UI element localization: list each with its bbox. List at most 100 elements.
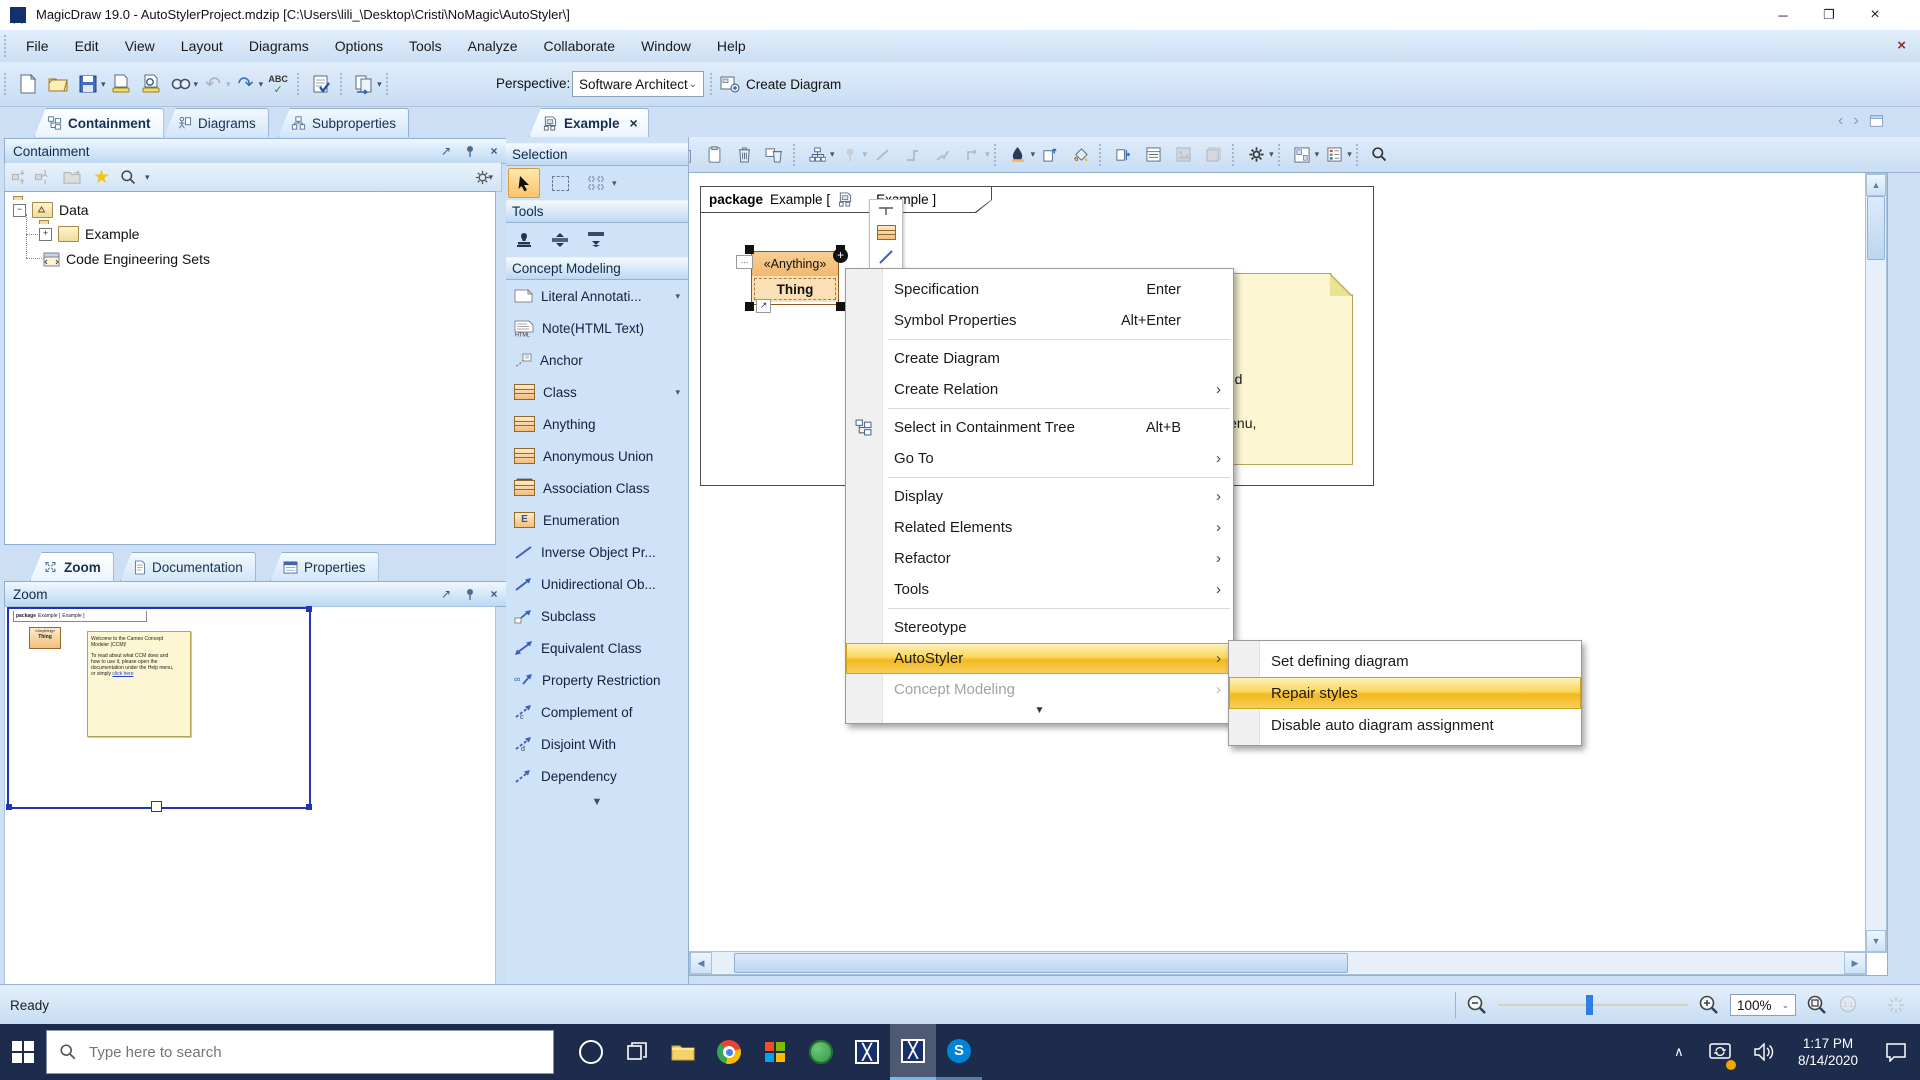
toolbar-group-separator[interactable] — [340, 73, 345, 95]
minimize-button[interactable]: ─ — [1760, 0, 1806, 30]
palette-class[interactable]: Class▾ — [506, 376, 688, 408]
menu-item-stereotype[interactable]: Stereotype — [846, 612, 1233, 643]
selection-handle[interactable] — [836, 302, 845, 311]
windows-app-icon[interactable] — [752, 1024, 798, 1080]
menubar-close-icon[interactable]: × — [1897, 37, 1906, 54]
smart-add-icon[interactable]: + — [833, 248, 848, 263]
menu-item-autostyler[interactable]: AutoStyler› — [846, 643, 1233, 674]
tab-properties[interactable]: Properties — [270, 552, 379, 581]
tab-containment[interactable]: Containment — [34, 108, 164, 137]
palette-anchor[interactable]: Anchor — [506, 344, 688, 376]
vertical-scroll-thumb[interactable] — [1867, 196, 1885, 260]
menu-item-refactor[interactable]: Refactor› — [846, 543, 1233, 574]
viewport-handle[interactable] — [306, 804, 312, 810]
package-frame-tab[interactable]: package Example [ Example ] — [700, 186, 992, 213]
tree-item-data[interactable]: − Data — [13, 200, 89, 220]
search-input[interactable] — [87, 1043, 491, 1062]
menubar-drag-handle[interactable] — [4, 35, 9, 57]
path-style-icon[interactable] — [958, 140, 986, 170]
menu-item-create-relation[interactable]: Create Relation› — [846, 374, 1233, 405]
palette-disjoint-with[interactable]: d Disjoint With — [506, 728, 688, 760]
magicdraw-app-icon[interactable]: ╳ — [844, 1024, 890, 1080]
toolbar-group-separator[interactable] — [297, 73, 302, 95]
pin-layout-icon[interactable] — [836, 140, 864, 170]
group-separator[interactable] — [793, 144, 798, 166]
spell-check-button[interactable]: ABC✓ — [264, 69, 292, 99]
open-project-button[interactable] — [44, 69, 72, 99]
group-separator[interactable] — [1232, 144, 1237, 166]
palette-concept-modeling-header[interactable]: Concept Modeling — [506, 257, 688, 280]
image-shape-icon[interactable] — [1169, 140, 1197, 170]
resize-symbol-icon[interactable] — [1036, 140, 1064, 170]
transform-dropdown-icon[interactable]: ▾ — [377, 79, 382, 90]
float-panel-icon[interactable]: ↗ — [437, 143, 455, 159]
diagram-properties-gear-icon[interactable] — [1242, 140, 1270, 170]
palette-scroll-down-icon[interactable]: ▼ — [506, 796, 688, 808]
palette-anything[interactable]: Anything — [506, 408, 688, 440]
create-class-icon[interactable] — [877, 225, 896, 240]
edit-compartments-badge[interactable]: … — [736, 255, 753, 269]
pointer-tool[interactable] — [508, 168, 540, 198]
zoom-viewport-rect[interactable]: package Example [ Example ] «Anything» T… — [7, 607, 311, 809]
menu-item-select-in-containment-tree[interactable]: Select in Containment TreeAlt+B — [846, 412, 1233, 443]
print-button[interactable] — [107, 69, 135, 99]
palette-dependency[interactable]: Dependency — [506, 760, 688, 792]
action-center-icon[interactable] — [1872, 1024, 1920, 1080]
menu-item-display[interactable]: Display› — [846, 481, 1233, 512]
undo-dropdown-icon[interactable]: ▾ — [226, 79, 231, 90]
panel-splitter[interactable] — [498, 106, 506, 984]
restore-button[interactable]: ❐ — [1806, 0, 1852, 30]
palette-association-class[interactable]: Association Class — [506, 472, 688, 504]
pin-icon[interactable] — [461, 143, 479, 159]
scroll-up-icon[interactable]: ▲ — [1866, 174, 1886, 196]
save-dropdown-icon[interactable]: ▾ — [101, 79, 106, 90]
float-panel-icon[interactable]: ↗ — [437, 586, 455, 602]
search-options-dropdown-icon[interactable]: ▾ — [145, 172, 150, 183]
palette-unidirectional-object-property[interactable]: Unidirectional Ob... — [506, 568, 688, 600]
dropdown-icon[interactable]: ▾ — [675, 387, 680, 398]
delete-icon[interactable] — [730, 140, 758, 170]
create-diagram-button[interactable]: Create Diagram — [720, 70, 841, 98]
grid-dropdown-icon[interactable]: ▾ — [1315, 149, 1320, 160]
scroll-down-icon[interactable]: ▼ — [1866, 930, 1886, 952]
pin-dropdown-icon[interactable]: ▾ — [863, 149, 868, 160]
split-horizontal-tool[interactable] — [544, 225, 576, 255]
viewport-resize-handle[interactable] — [151, 801, 162, 812]
zoom-in-icon[interactable] — [1698, 994, 1720, 1016]
menu-item-go-to[interactable]: Go To› — [846, 443, 1233, 474]
menu-edit[interactable]: Edit — [62, 30, 112, 62]
legend-dropdown-icon[interactable]: ▾ — [1347, 149, 1352, 160]
grid-options-icon[interactable] — [1288, 140, 1316, 170]
palette-literal-annotation[interactable]: Literal Annotati...▾ — [506, 280, 688, 312]
tab-list-icon[interactable] — [1869, 114, 1884, 128]
pen-dropdown-icon[interactable]: ▾ — [1031, 149, 1036, 160]
collapse-node-icon[interactable]: − — [13, 204, 26, 217]
merge-vertical-tool[interactable] — [580, 225, 612, 255]
file-explorer-icon[interactable] — [660, 1024, 706, 1080]
print-preview-button[interactable] — [137, 69, 165, 99]
validation-button[interactable] — [307, 69, 335, 99]
find-button[interactable] — [167, 69, 195, 99]
show-compartments-icon[interactable] — [1139, 140, 1167, 170]
new-project-button[interactable] — [14, 69, 42, 99]
taskbar-search[interactable] — [46, 1030, 554, 1074]
menu-diagrams[interactable]: Diagrams — [236, 30, 322, 62]
open-in-new-tree-icon[interactable] — [63, 169, 81, 185]
save-button[interactable] — [74, 69, 102, 99]
horizontal-scroll-thumb[interactable] — [734, 953, 1348, 973]
group-separator[interactable] — [1356, 144, 1361, 166]
start-button[interactable] — [0, 1024, 46, 1080]
task-view-icon[interactable] — [614, 1024, 660, 1080]
tree-item-code-engineering-sets[interactable]: Code Engineering Sets — [43, 249, 210, 269]
menu-item-tools[interactable]: Tools› — [846, 574, 1233, 605]
menu-item-create-diagram[interactable]: Create Diagram — [846, 343, 1233, 374]
menu-help[interactable]: Help — [704, 30, 759, 62]
redo-button[interactable]: ↷ — [232, 69, 260, 99]
group-separator[interactable] — [994, 144, 999, 166]
menu-tools[interactable]: Tools — [396, 30, 455, 62]
palette-complement-of[interactable]: c Complement of — [506, 696, 688, 728]
menu-layout[interactable]: Layout — [168, 30, 236, 62]
legend-icon[interactable] — [1320, 140, 1348, 170]
skype-icon[interactable]: S — [936, 1024, 982, 1080]
undo-button[interactable]: ↶ — [199, 69, 227, 99]
